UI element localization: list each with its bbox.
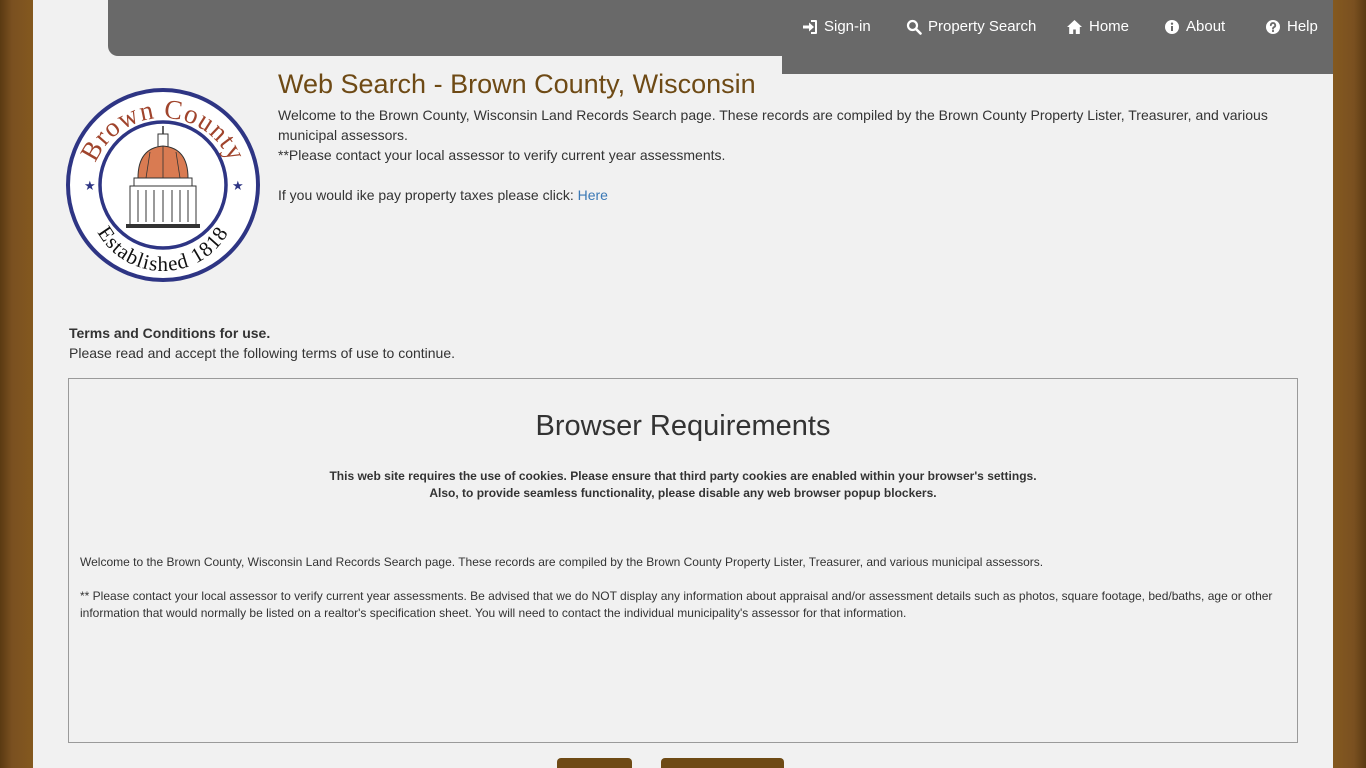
- disclaimer-paragraph: ** Please contact your local assessor to…: [80, 589, 1273, 620]
- cookies-requirement: This web site requires the use of cookie…: [329, 469, 1037, 483]
- tax-prompt: If you would ike pay property taxes plea…: [278, 187, 578, 203]
- pay-taxes-link[interactable]: Here: [578, 187, 608, 203]
- help-icon: [1265, 19, 1281, 35]
- page-container: Sign-in Property Search Home About Help …: [33, 0, 1333, 768]
- nav-about[interactable]: About: [1164, 16, 1225, 38]
- info-icon: [1164, 19, 1180, 35]
- decline-button[interactable]: [661, 758, 784, 768]
- sign-in-icon: [802, 19, 818, 35]
- tax-payment-line: If you would ike pay property taxes plea…: [278, 185, 1308, 205]
- page-title: Web Search - Brown County, Wisconsin: [278, 69, 756, 99]
- welcome-paragraph: Welcome to the Brown County, Wisconsin L…: [80, 555, 1044, 569]
- nav-property-search-label: Property Search: [928, 18, 1037, 35]
- intro-text: Welcome to the Brown County, Wisconsin L…: [278, 107, 1268, 143]
- nav-signin[interactable]: Sign-in: [802, 16, 871, 38]
- star-right-icon: ★: [232, 178, 244, 193]
- browser-requirements-title: Browser Requirements: [535, 410, 831, 442]
- terms-scroll-box[interactable]: Browser Requirements This web site requi…: [68, 378, 1298, 743]
- home-icon: [1066, 19, 1083, 35]
- assessor-note: **Please contact your local assessor to …: [278, 147, 726, 163]
- brown-county-seal-logo: Brown County Established 1818 ★ ★: [64, 86, 262, 284]
- nav-help[interactable]: Help: [1265, 16, 1318, 38]
- nav-signin-label: Sign-in: [824, 18, 871, 35]
- star-left-icon: ★: [84, 178, 96, 193]
- nav-property-search[interactable]: Property Search: [906, 16, 1036, 38]
- terms-heading: Terms and Conditions for use.: [69, 325, 271, 341]
- nav-home-label: Home: [1089, 18, 1130, 35]
- top-navbar: Sign-in Property Search Home About Help: [108, 0, 1333, 56]
- nav-about-label: About: [1186, 18, 1226, 35]
- header-text: Web Search - Brown County, Wisconsin Wel…: [278, 68, 1308, 205]
- terms-subheading: Please read and accept the following ter…: [69, 345, 456, 361]
- accept-button[interactable]: [557, 758, 632, 768]
- popup-requirement: Also, to provide seamless functionality,…: [429, 486, 937, 500]
- nav-help-label: Help: [1287, 18, 1318, 35]
- nav-home[interactable]: Home: [1066, 16, 1129, 38]
- search-icon: [906, 19, 922, 35]
